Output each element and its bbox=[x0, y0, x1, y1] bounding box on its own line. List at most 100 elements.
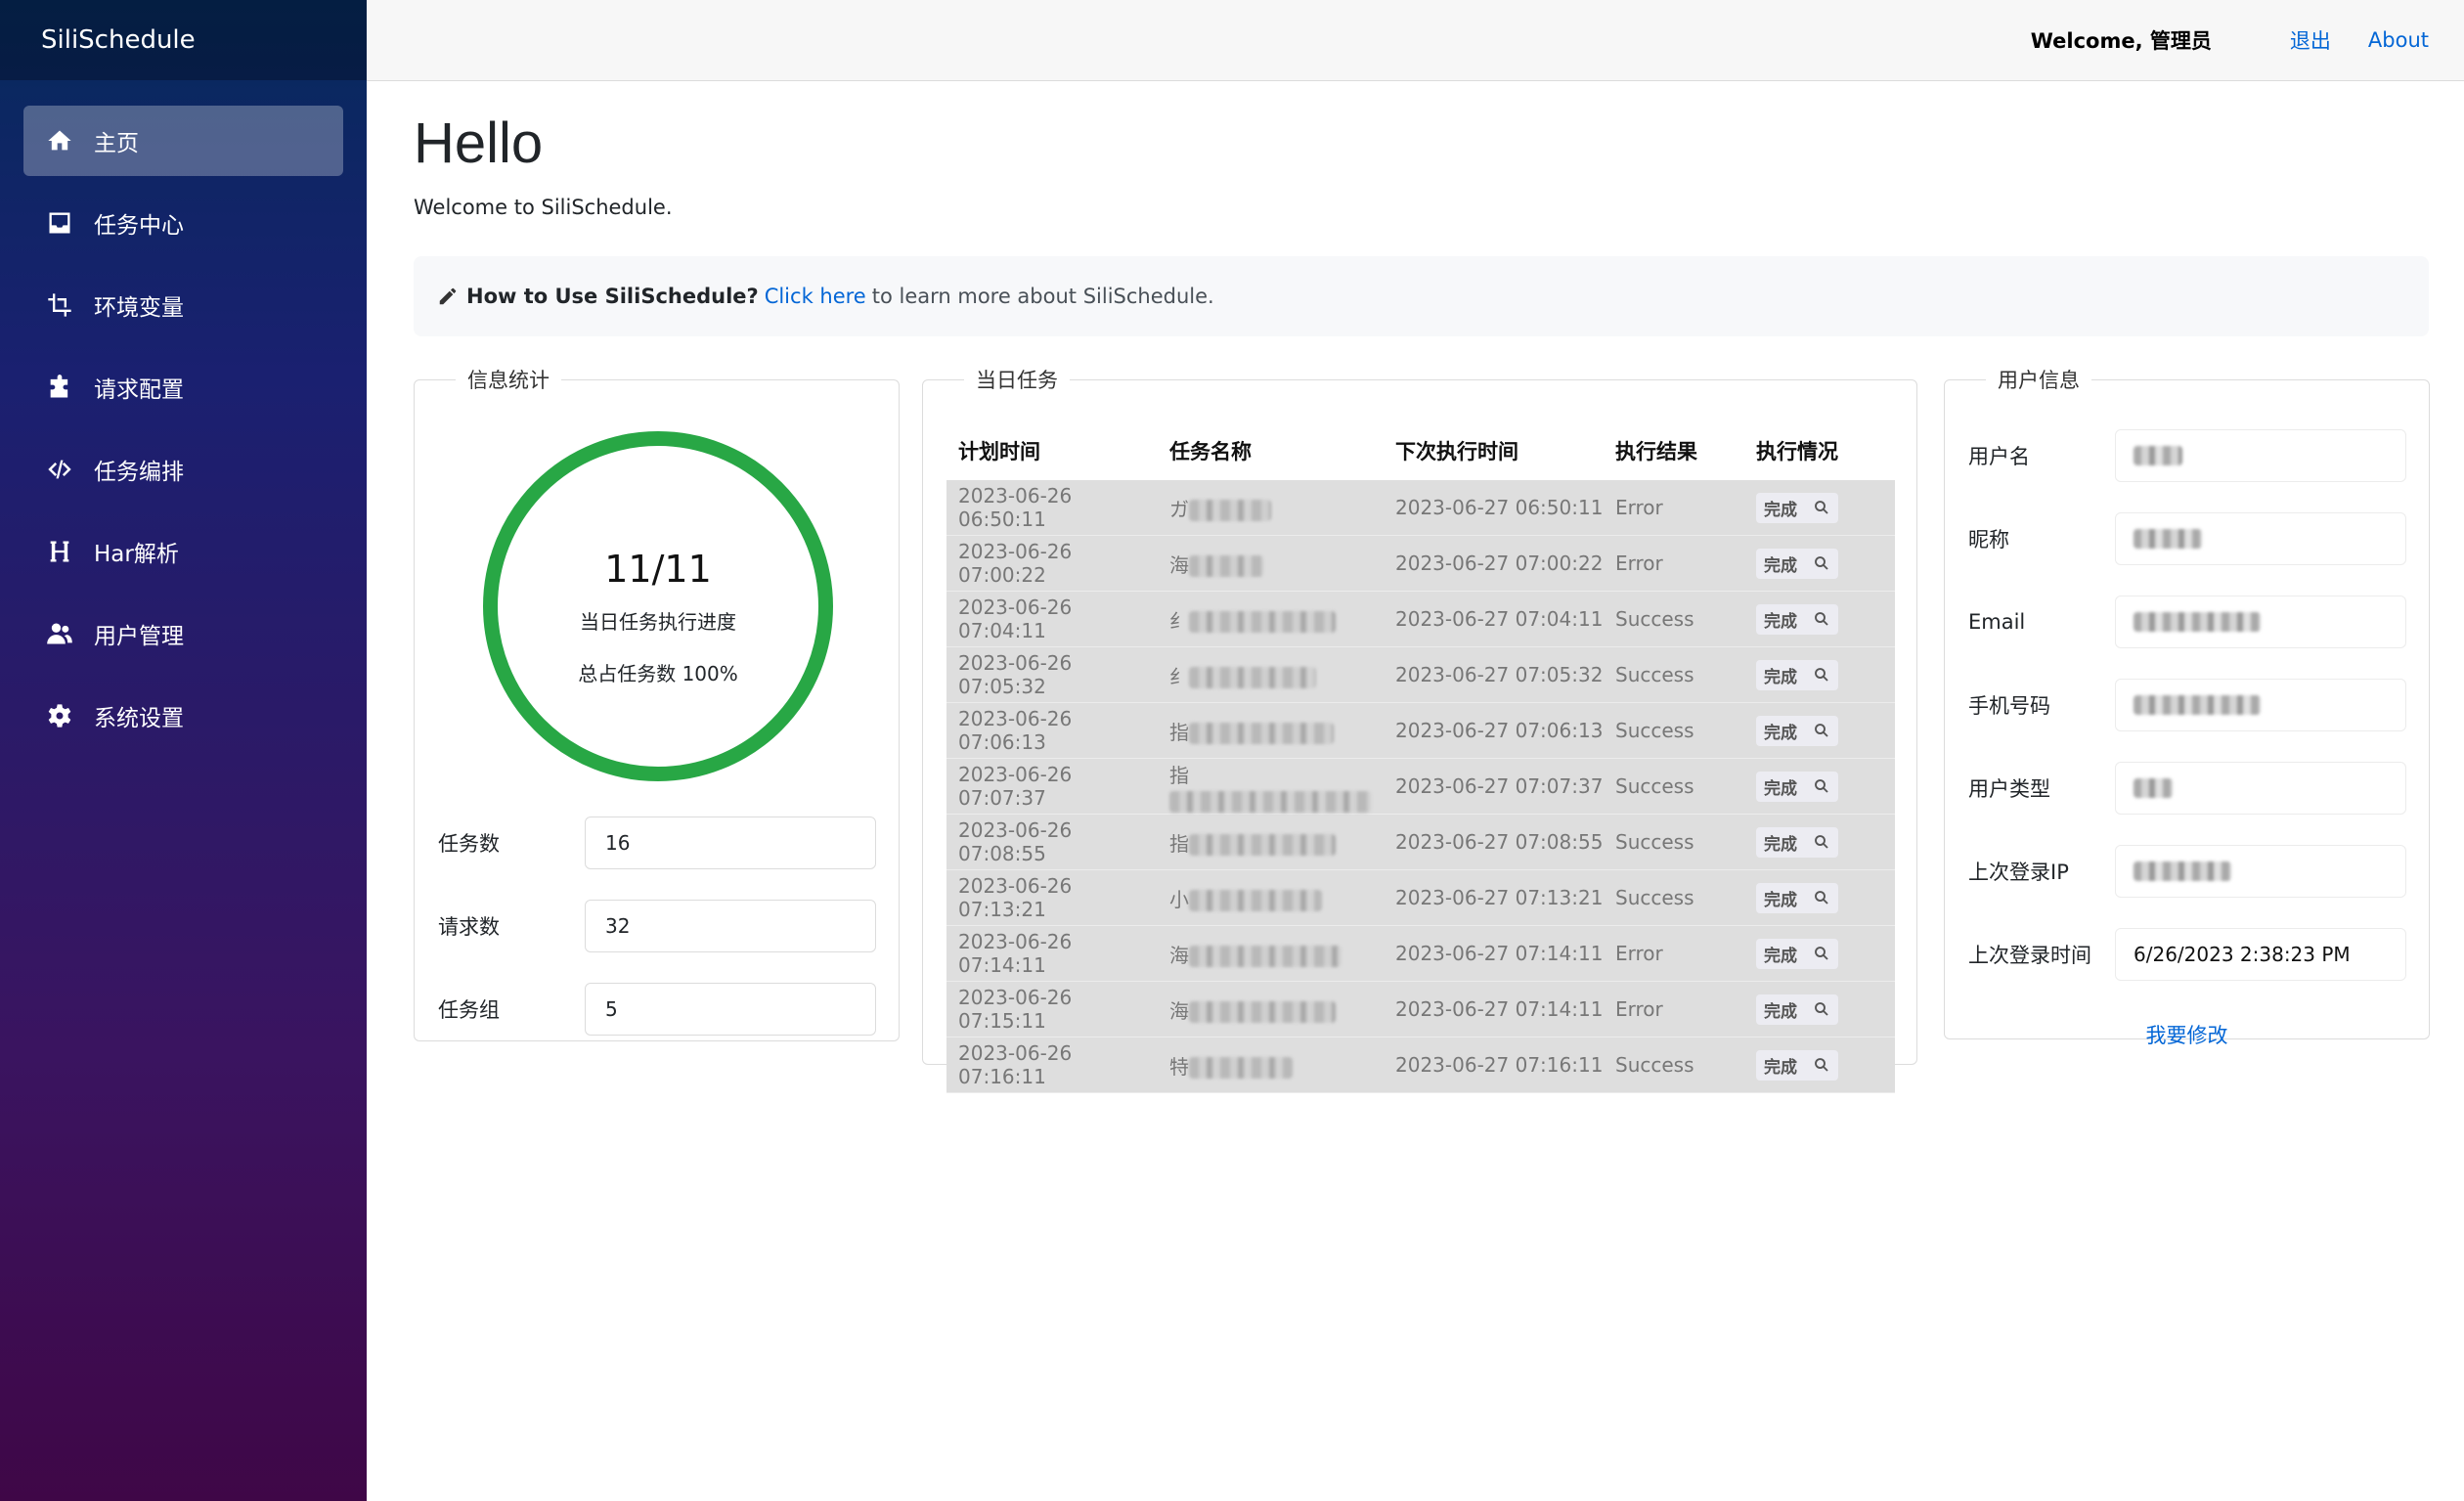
run-result: Success bbox=[1615, 830, 1694, 854]
modify-link[interactable]: 我要修改 bbox=[1945, 1020, 2429, 1049]
puzzle-icon bbox=[45, 373, 74, 402]
view-detail-button[interactable]: 完成 bbox=[1756, 882, 1838, 913]
task-name: 纟 bbox=[1162, 661, 1387, 689]
task-name: 小 bbox=[1162, 884, 1387, 912]
run-result: Success bbox=[1615, 719, 1694, 742]
sidebar-item-task-center[interactable]: 任务中心 bbox=[23, 188, 343, 258]
last-login-time-field[interactable]: 6/26/2023 2:38:23 PM bbox=[2115, 928, 2406, 981]
view-detail-button[interactable]: 完成 bbox=[1756, 715, 1838, 746]
users-icon bbox=[45, 619, 74, 648]
table-body: 2023-06-26 06:50:11 ガ 2023-06-27 06:50:11 E… bbox=[946, 480, 1895, 1093]
task-name: 海 bbox=[1162, 995, 1387, 1024]
stats-legend: 信息统计 bbox=[467, 369, 550, 392]
col-header: 计划时间 bbox=[958, 440, 1040, 464]
nickname-field[interactable] bbox=[2115, 512, 2406, 565]
sidebar-item-label: 主页 bbox=[94, 131, 139, 156]
task-name: ガ bbox=[1162, 494, 1387, 522]
planned-time: 2023-06-26 07:13:21 bbox=[958, 874, 1073, 921]
sidebar-item-user-management[interactable]: 用户管理 bbox=[23, 598, 343, 669]
main-content: Hello Welcome to SiliSchedule. How to Us… bbox=[414, 81, 2430, 1093]
next-run-time: 2023-06-27 07:13:21 bbox=[1395, 886, 1604, 909]
search-icon bbox=[1815, 612, 1828, 626]
stat-requests-field[interactable]: 32 bbox=[585, 900, 876, 952]
tasks-legend: 当日任务 bbox=[976, 369, 1058, 392]
redacted-text bbox=[1189, 946, 1342, 967]
planned-time: 2023-06-26 07:05:32 bbox=[958, 651, 1073, 698]
view-detail-button[interactable]: 完成 bbox=[1756, 492, 1838, 523]
next-run-time: 2023-06-27 07:08:55 bbox=[1395, 830, 1604, 854]
run-result: Success bbox=[1615, 774, 1694, 798]
task-name-prefix: 纟 bbox=[1169, 608, 1189, 633]
table-row: 2023-06-26 07:13:21 小 2023-06-27 07:13:21 S… bbox=[946, 870, 1895, 926]
field-label: 用户名 bbox=[1968, 445, 2030, 468]
last-login-ip-field[interactable] bbox=[2115, 845, 2406, 898]
table-row: 2023-06-26 07:04:11 纟 2023-06-27 07:04:11 S… bbox=[946, 592, 1895, 647]
user-legend: 用户信息 bbox=[1998, 369, 2080, 392]
planned-time: 2023-06-26 07:07:37 bbox=[958, 763, 1073, 810]
stat-tasks-field[interactable]: 16 bbox=[585, 817, 876, 869]
view-detail-button[interactable]: 完成 bbox=[1756, 659, 1838, 690]
tasks-table: 计划时间 任务名称 下次执行时间 执行结果 执行情况 2023-06-26 06… bbox=[946, 421, 1895, 1093]
run-status: 完成 bbox=[1748, 1049, 1895, 1081]
view-detail-button[interactable]: 完成 bbox=[1756, 771, 1838, 802]
howto-link[interactable]: Click here bbox=[765, 285, 866, 308]
sidebar-item-label: 任务中心 bbox=[94, 213, 184, 239]
brand-logo[interactable]: SiliSchedule bbox=[0, 0, 367, 80]
run-result: Success bbox=[1615, 663, 1694, 686]
next-run-time: 2023-06-27 07:06:13 bbox=[1395, 719, 1604, 742]
logout-link[interactable]: 退出 bbox=[2290, 25, 2331, 55]
task-name-prefix: ガ bbox=[1169, 497, 1189, 521]
user-type-field[interactable] bbox=[2115, 762, 2406, 815]
email-field[interactable] bbox=[2115, 596, 2406, 648]
task-name-prefix: 特 bbox=[1169, 1054, 1189, 1079]
progress-percent: 总占任务数 100% bbox=[578, 662, 738, 685]
sidebar-item-home[interactable]: 主页 bbox=[23, 106, 343, 176]
stats-panel: 信息统计 11/11 当日任务执行进度 总占任务数 100% 任务数 16 请求… bbox=[414, 365, 900, 1041]
page-title: Hello bbox=[414, 111, 544, 175]
planned-time: 2023-06-26 07:04:11 bbox=[958, 596, 1073, 642]
sidebar-item-label: 用户管理 bbox=[94, 624, 184, 649]
field-label: 用户类型 bbox=[1968, 777, 2050, 801]
run-result: Error bbox=[1615, 942, 1663, 965]
sidebar-item-task-orchestration[interactable]: 任务编排 bbox=[23, 434, 343, 505]
sidebar-item-env-vars[interactable]: 环境变量 bbox=[23, 270, 343, 340]
sidebar: SiliSchedule 主页 任务中心 环境变量 请求配置 任务编排 Har解… bbox=[0, 0, 367, 1501]
username-field[interactable] bbox=[2115, 429, 2406, 482]
sidebar-item-label: 系统设置 bbox=[94, 706, 184, 731]
planned-time: 2023-06-26 06:50:11 bbox=[958, 484, 1073, 531]
view-detail-button[interactable]: 完成 bbox=[1756, 938, 1838, 969]
phone-field[interactable] bbox=[2115, 679, 2406, 731]
done-label: 完成 bbox=[1764, 723, 1797, 743]
col-header: 下次执行时间 bbox=[1395, 440, 1518, 464]
sidebar-item-label: 任务编排 bbox=[94, 460, 184, 485]
table-row: 2023-06-26 07:07:37 指 2023-06-27 07:07:37 S… bbox=[946, 759, 1895, 815]
table-row: 2023-06-26 06:50:11 ガ 2023-06-27 06:50:11 E… bbox=[946, 480, 1895, 536]
about-link[interactable]: About bbox=[2368, 28, 2429, 52]
sidebar-item-system-settings[interactable]: 系统设置 bbox=[23, 681, 343, 751]
planned-time: 2023-06-26 07:15:11 bbox=[958, 986, 1073, 1033]
view-detail-button[interactable]: 完成 bbox=[1756, 603, 1838, 635]
sidebar-item-har-parser[interactable]: Har解析 bbox=[23, 516, 343, 587]
view-detail-button[interactable]: 完成 bbox=[1756, 548, 1838, 579]
view-detail-button[interactable]: 完成 bbox=[1756, 826, 1838, 858]
planned-time: 2023-06-26 07:16:11 bbox=[958, 1041, 1073, 1088]
progress-label: 当日任务执行进度 bbox=[580, 610, 736, 634]
redacted-text bbox=[1189, 1057, 1293, 1079]
task-name: 海 bbox=[1162, 550, 1387, 578]
col-header: 执行结果 bbox=[1615, 440, 1697, 464]
stat-groups-field[interactable]: 5 bbox=[585, 983, 876, 1036]
view-detail-button[interactable]: 完成 bbox=[1756, 993, 1838, 1025]
pencil-icon bbox=[439, 287, 457, 305]
next-run-time: 2023-06-27 06:50:11 bbox=[1395, 496, 1604, 519]
stat-row-requests: 请求数 32 bbox=[438, 900, 876, 952]
search-icon bbox=[1815, 724, 1828, 737]
view-detail-button[interactable]: 完成 bbox=[1756, 1049, 1838, 1081]
run-status: 完成 bbox=[1748, 492, 1895, 523]
run-result: Error bbox=[1615, 552, 1663, 575]
next-run-time: 2023-06-27 07:05:32 bbox=[1395, 663, 1604, 686]
howto-text: to learn more about SiliSchedule. bbox=[871, 285, 1214, 308]
run-result: Error bbox=[1615, 997, 1663, 1021]
search-icon bbox=[1815, 779, 1828, 793]
howto-title: How to Use SiliSchedule? bbox=[466, 285, 759, 308]
sidebar-item-request-config[interactable]: 请求配置 bbox=[23, 352, 343, 422]
